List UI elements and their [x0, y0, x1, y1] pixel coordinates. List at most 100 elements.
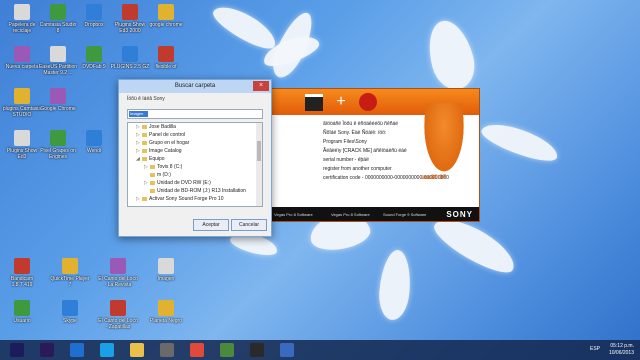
desktop-icon[interactable]: Camtasia Studio 8 [38, 4, 78, 34]
tree-item[interactable]: ▷ Unidad de DVD RW (E:) [128, 179, 262, 187]
tree-item-label: Jose Badilla [149, 124, 176, 130]
ie-icon[interactable] [70, 343, 84, 357]
desktop-icon[interactable]: google chrome [146, 4, 186, 28]
installer-text-line: Program Files\Sony [323, 139, 367, 145]
files-icon[interactable] [160, 343, 174, 357]
app-icon [110, 300, 126, 316]
dialog-title-bar[interactable]: Buscar carpeta × [119, 80, 271, 93]
desktop-icon-label: Dropbox [84, 22, 104, 28]
tree-item-label: Unidad de DVD RW (E:) [157, 180, 211, 186]
desktop-icon-label: Planeta Negro [150, 318, 182, 324]
installer-text-line: Ãéâëëïy [CRACK ME] áñêíöáëñü ëáé [323, 148, 407, 154]
folder-icon [142, 124, 147, 129]
desktop-icon[interactable]: El Canto del Loco - La Revista [98, 258, 138, 288]
app-icon [158, 300, 174, 316]
desktop-icon[interactable]: Papelera de reciclaje [2, 4, 42, 34]
scroll-thumb[interactable] [257, 141, 261, 161]
media-icon[interactable] [280, 343, 294, 357]
desktop-icon[interactable]: EaseUS Partition Master 9.2 ... [38, 46, 78, 76]
desktop-icon-label: Wendi [86, 148, 102, 154]
chrome-icon[interactable] [190, 343, 204, 357]
tree-item-label: Unidad de BD-ROM (J:) R13 Installation [157, 188, 246, 194]
app-icon [158, 46, 174, 62]
face-icon [359, 93, 377, 111]
desktop-icon[interactable]: Dropbox [74, 4, 114, 28]
folder-icon[interactable] [130, 343, 144, 357]
app-icon [62, 258, 78, 274]
desktop-icon[interactable]: Imagen [146, 258, 186, 282]
desktop-icon[interactable]: El Canto del Loco - Zapatillas [98, 300, 138, 330]
camtasia-icon[interactable] [220, 343, 234, 357]
system-clock[interactable]: 05:12 p.m. 10/06/2013 [609, 343, 634, 357]
app-icon [50, 4, 66, 20]
app-icon [50, 130, 66, 146]
folder-tree[interactable]: ▷ Jose Badilla ▷ Panel de control ▷ Grupo en … [127, 122, 263, 207]
desktop-icon[interactable]: Pixel Grapes on Engines [38, 130, 78, 160]
desktop-icon-label: plugins Camtasia STUDIO [2, 106, 42, 118]
skype-icon[interactable] [100, 343, 114, 357]
desktop-icon-label: Plugins Show Ed3 2000 [114, 22, 146, 34]
tree-scrollbar[interactable] [256, 123, 262, 206]
desktop-icon-label: DVDFab 9 [82, 64, 106, 70]
app-icon [14, 258, 30, 274]
app-icon [14, 300, 30, 316]
desktop-icon-label: QuickTime Player 7 [50, 276, 90, 288]
tree-item-label: Panel de control [149, 132, 186, 138]
cancel-button[interactable]: Cancelar [231, 219, 267, 231]
folder-icon [150, 164, 155, 169]
tree-item[interactable]: ▷ Grupo en el hogar [128, 139, 262, 147]
language-indicator[interactable]: ESP [590, 346, 600, 352]
pr-icon[interactable] [40, 343, 54, 357]
tree-item[interactable]: ▷ Jose Badilla [128, 123, 262, 131]
plus-icon: + [336, 93, 346, 110]
app-icon [158, 4, 174, 20]
app-icon [122, 46, 138, 62]
desktop-icon[interactable]: Usuario [2, 300, 42, 324]
ae-icon[interactable] [10, 343, 24, 357]
desktop-icon[interactable]: Planeta Negro [146, 300, 186, 324]
tree-item[interactable]: ▷ Image Catalog [128, 147, 262, 155]
folder-name-field[interactable]: Imagen [127, 109, 263, 119]
character-figure [421, 103, 467, 179]
vegas-installer-window: + ãïööáñë Ïöõü ê ëñöäêééõü ñêñáë Ñôîáë So… [270, 88, 480, 222]
desktop-icon[interactable]: Nueva carpeta [2, 46, 42, 70]
close-button[interactable]: × [253, 81, 269, 91]
footer-item: Vegas Pro 8 Software [274, 212, 313, 217]
folder-icon [150, 188, 155, 193]
desktop-icon[interactable]: QuickTime Player 7 [50, 258, 90, 288]
tree-item[interactable]: Unidad de BD-ROM (J:) R13 Installation [128, 187, 262, 195]
desktop-icon[interactable]: PLUGINS 2.5 GZ [110, 46, 150, 70]
accept-button[interactable]: Aceptar [193, 219, 229, 231]
taskbar: ESP 05:12 p.m. 10/06/2013 [0, 340, 640, 360]
tree-item-label: Grupo en el hogar [149, 140, 190, 146]
desktop-icon[interactable]: Skype [50, 300, 90, 324]
desktop-icon[interactable]: Bandicam 1.8.7.419 [2, 258, 42, 288]
folder-icon [142, 132, 147, 137]
desktop-icon[interactable]: Plugins Show Ed3 [2, 130, 42, 160]
desktop-icon[interactable]: Plugins Show Ed3 2000 [110, 4, 150, 34]
installer-text-line: ãïööáñë Ïöõü ê ëñöäêééõü ñêñáë [323, 121, 399, 127]
desktop-icon[interactable]: plugins Camtasia STUDIO [2, 88, 42, 118]
desktop-icon-label: EaseUS Partition Master 9.2 ... [38, 64, 78, 76]
tree-item[interactable]: ▷ Tovis 8 (C:) [128, 163, 262, 171]
tree-item[interactable]: ▷ Panel de control [128, 131, 262, 139]
desktop-icon[interactable]: flexible of [146, 46, 186, 70]
desktop-icon[interactable]: DVDFab 9 [74, 46, 114, 70]
tree-item[interactable]: ▷ Activar Sony Sound Forge Pro 10 [128, 195, 262, 203]
desktop-icon-label: Camtasia Studio 8 [39, 22, 77, 34]
folder-icon [150, 180, 155, 185]
folder-icon [142, 140, 147, 145]
desktop-icon-label: Usuario [13, 318, 31, 324]
vegas-icon[interactable] [250, 343, 264, 357]
desktop-icon[interactable]: Google Chrome [38, 88, 78, 112]
footer-item: Sound Forge 9 Software [383, 212, 427, 217]
desktop-icon[interactable]: Wendi [74, 130, 114, 154]
tree-item[interactable]: m (D:) [128, 171, 262, 179]
app-icon [122, 4, 138, 20]
app-icon [86, 46, 102, 62]
installer-text-line: Ñôîáë Sony. Èäë Ñóáíè: ïóö: [323, 130, 387, 136]
tree-item[interactable]: ◢ Equipo [128, 155, 262, 163]
footer-item: Vegas Pro 8 Software [331, 212, 370, 217]
desktop-icon-label: Imagen [157, 276, 175, 282]
dialog-message: Ïöõü ê ïáëâ Sony [127, 96, 165, 102]
